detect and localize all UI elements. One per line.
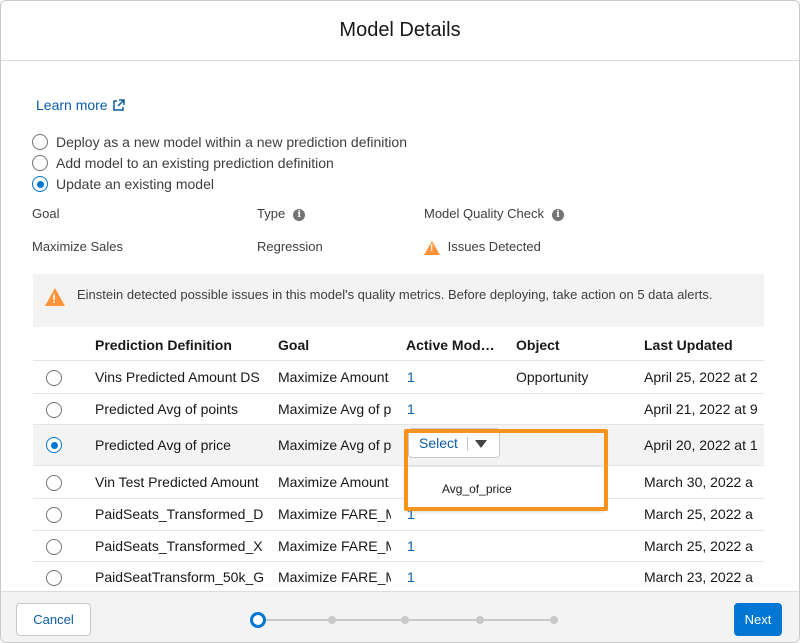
option-add-existing[interactable]: Add model to an existing prediction defi… <box>32 155 334 171</box>
progress-step-current[interactable] <box>250 612 266 628</box>
cell-last-updated: March 23, 2022 a <box>644 569 753 585</box>
table-header: Prediction Definition Goal Active Mod… O… <box>33 327 764 361</box>
table-row[interactable]: Predicted Avg of points Maximize Avg of … <box>33 393 764 425</box>
radio-button[interactable] <box>32 134 48 150</box>
row-radio-button[interactable] <box>46 401 62 418</box>
model-details-modal: Model Details Learn more Deploy as a new… <box>0 0 800 643</box>
cell-active-models-link[interactable]: 1 <box>407 538 415 554</box>
cell-goal: Maximize Avg of p <box>278 400 391 417</box>
select-divider <box>467 437 468 451</box>
cell-definition: PaidSeats_Transformed_X <box>95 537 263 554</box>
option-label: Update an existing model <box>56 176 214 192</box>
column-header-definition[interactable]: Prediction Definition <box>95 337 232 353</box>
cell-active-models-link[interactable]: 1 <box>407 569 415 585</box>
modal-title: Model Details <box>339 19 461 41</box>
cell-definition: PaidSeats_Transformed_D <box>95 506 263 522</box>
dropdown-option[interactable]: Avg_of_price <box>442 482 512 496</box>
progress-step[interactable] <box>476 616 484 624</box>
column-header-goal[interactable]: Goal <box>278 337 309 353</box>
warning-icon <box>424 240 440 255</box>
type-label: Type <box>257 206 286 221</box>
info-icon[interactable]: i <box>293 208 306 221</box>
row-radio-button[interactable] <box>46 570 62 586</box>
next-button[interactable]: Next <box>734 603 782 636</box>
table-row-selected[interactable]: Predicted Avg of price Maximize Avg of p… <box>33 425 764 466</box>
column-header-active-models[interactable]: Active Mod… <box>406 337 495 353</box>
column-header-object[interactable]: Object <box>516 337 560 353</box>
cell-definition: Predicted Avg of points <box>95 400 238 417</box>
type-label-group: Type i <box>257 206 306 221</box>
progress-step[interactable] <box>401 616 409 624</box>
cell-definition: Vins Predicted Amount DS <box>95 369 260 385</box>
select-label: Select <box>419 435 458 451</box>
cell-goal: Maximize Avg of p <box>278 437 391 453</box>
row-radio-button[interactable] <box>46 370 62 386</box>
option-label: Deploy as a new model within a new predi… <box>56 134 407 150</box>
cell-goal: Maximize FARE_M <box>278 537 391 554</box>
modal-footer: Cancel Next <box>1 591 799 642</box>
caret-down-icon <box>475 440 487 448</box>
step-progress-indicator <box>250 612 560 628</box>
cell-active-models-link[interactable]: 1 <box>407 401 415 417</box>
cell-last-updated: April 21, 2022 at 9 <box>644 400 758 417</box>
progress-step[interactable] <box>328 616 336 624</box>
cell-goal: Maximize Amount <box>278 369 389 385</box>
warning-icon <box>45 288 65 308</box>
active-model-select[interactable]: Select <box>408 428 500 458</box>
radio-button-checked[interactable] <box>32 176 48 192</box>
cancel-button[interactable]: Cancel <box>16 603 91 636</box>
type-value: Regression <box>257 239 323 254</box>
row-radio-button[interactable] <box>46 507 62 523</box>
quality-value: Issues Detected <box>447 239 541 254</box>
cell-goal: Maximize FARE_M <box>278 569 391 585</box>
goal-label: Goal <box>32 206 60 221</box>
row-radio-button[interactable] <box>46 475 62 491</box>
info-icon[interactable]: i <box>551 208 564 221</box>
cell-last-updated: March 25, 2022 a <box>644 506 753 522</box>
progress-track <box>260 619 558 621</box>
option-deploy-new[interactable]: Deploy as a new model within a new predi… <box>32 134 407 150</box>
learn-more-label: Learn more <box>36 97 108 113</box>
quality-label-group: Model Quality Check i <box>424 206 564 221</box>
option-label: Add model to an existing prediction defi… <box>56 155 334 171</box>
progress-step[interactable] <box>550 616 558 624</box>
option-update-existing[interactable]: Update an existing model <box>32 176 214 192</box>
cell-last-updated: April 20, 2022 at 1 <box>644 437 758 453</box>
table-row[interactable]: Vins Predicted Amount DS Maximize Amount… <box>33 362 764 394</box>
learn-more-link[interactable]: Learn more <box>36 97 125 113</box>
table-row[interactable]: PaidSeats_Transformed_X Maximize FARE_M … <box>33 530 764 562</box>
cell-last-updated: March 25, 2022 a <box>644 537 753 554</box>
row-radio-button[interactable] <box>46 538 62 555</box>
modal-header: Model Details <box>1 1 799 61</box>
cell-goal: Maximize FARE_M <box>278 506 391 522</box>
quality-value-group: Issues Detected <box>424 239 541 255</box>
cell-definition: Predicted Avg of price <box>95 437 231 453</box>
cell-active-models-link[interactable]: 1 <box>407 369 415 385</box>
quality-warning-banner: Einstein detected possible issues in thi… <box>33 274 764 327</box>
radio-button[interactable] <box>32 155 48 171</box>
cell-object: Opportunity <box>516 369 589 385</box>
cell-last-updated: March 30, 2022 a <box>644 474 753 490</box>
prediction-definitions-table: Prediction Definition Goal Active Mod… O… <box>33 327 764 587</box>
active-model-dropdown-menu: Avg_of_price <box>405 466 605 510</box>
table-row[interactable]: PaidSeats_Transformed_D Maximize FARE_M … <box>33 499 764 531</box>
cell-last-updated: April 25, 2022 at 2 <box>644 369 758 385</box>
cell-definition: PaidSeatTransform_50k_G <box>95 569 263 585</box>
banner-text: Einstein detected possible issues in thi… <box>77 287 713 302</box>
goal-value: Maximize Sales <box>32 239 124 254</box>
external-link-icon <box>112 98 125 111</box>
column-header-last-updated[interactable]: Last Updated <box>644 337 733 353</box>
cell-goal: Maximize Amount <box>278 474 389 490</box>
row-radio-button-checked[interactable] <box>46 437 62 453</box>
cell-definition: Vin Test Predicted Amount <box>95 474 259 490</box>
table-row[interactable]: PaidSeatTransform_50k_G Maximize FARE_M … <box>33 562 764 587</box>
quality-label: Model Quality Check <box>424 206 544 221</box>
table-row[interactable]: Vin Test Predicted Amount Maximize Amoun… <box>33 467 764 499</box>
